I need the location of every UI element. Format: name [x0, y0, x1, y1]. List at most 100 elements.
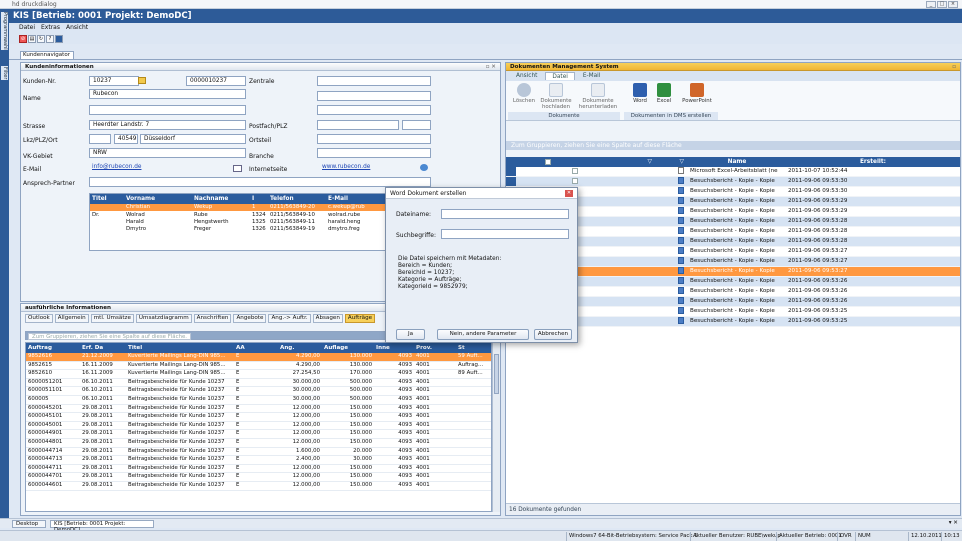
word-button[interactable]: Word [630, 83, 650, 104]
order-row[interactable]: 6000044901 29.08.2011 Beitragsbescheide fü… [26, 429, 491, 439]
postfach-plz-field[interactable] [402, 120, 431, 130]
task-kis[interactable]: KIS [Betrieb: 0001 Projekt: DemoDC] [50, 520, 154, 533]
order-row[interactable]: 6000045001 29.08.2011 Beitragsbescheide fü… [26, 421, 491, 431]
col-erstellt[interactable]: Erstellt: [786, 157, 960, 167]
orders-col-header[interactable]: Prov. [414, 343, 456, 353]
contact-row[interactable]: Harald Hengstwerth 1325 0211/563849-11 haral… [90, 219, 388, 226]
orders-col-header[interactable]: AA [234, 343, 278, 353]
kundennr2-field[interactable]: 0000010237 [186, 76, 246, 86]
orders-col-header[interactable]: Titel [126, 343, 234, 353]
maximize-icon[interactable]: □ [937, 1, 947, 8]
excel-button[interactable]: Excel [653, 83, 675, 104]
globe-icon[interactable] [420, 164, 428, 171]
powerpoint-button[interactable]: PowerPoint [680, 83, 714, 104]
contact-row[interactable]: Dr. Wolrad Rube 1324 0211/563849-10 wolrad.ru… [90, 211, 388, 218]
postfach-field[interactable] [317, 120, 399, 130]
side-tab-programmwahl[interactable]: Programmwahl [1, 12, 8, 50]
vk-field[interactable]: NRW [89, 148, 246, 158]
help-icon[interactable]: ? [46, 34, 54, 43]
internet-link[interactable]: www.rubecon.de [319, 163, 399, 173]
email-link[interactable]: info@rubecon.de [89, 163, 229, 173]
contacts-col-header[interactable]: Telefon [268, 194, 326, 204]
contacts-col-header[interactable]: Nachname [192, 194, 250, 204]
contacts-col-header[interactable]: Titel [90, 194, 124, 204]
orders-col-header[interactable]: Auflage [322, 343, 374, 353]
contacts-col-header[interactable]: I [250, 194, 268, 204]
row-checkbox[interactable] [516, 167, 580, 177]
filter-icon[interactable]: ▽ [654, 157, 686, 167]
select-all-checkbox[interactable] [516, 157, 580, 167]
menu-datei[interactable]: Datei [19, 23, 35, 33]
taskbar-close-icon[interactable]: ▾ ✕ [949, 520, 958, 526]
group-bar-dms[interactable]: Zum Gruppieren, ziehen Sie eine Spalte a… [506, 141, 960, 150]
order-row[interactable]: 6000045101 29.08.2011 Beitragsbescheide fü… [26, 412, 491, 422]
details-tab[interactable]: Angebote [233, 314, 267, 323]
row-checkbox[interactable] [516, 176, 580, 187]
details-tab[interactable]: Anschriften [193, 314, 232, 323]
details-tab[interactable]: Allgemein [54, 314, 89, 323]
order-row[interactable]: 9852616 21.12.2009 Kuvertierte Mailings La… [26, 353, 491, 362]
print-icon[interactable]: ▤ [28, 34, 36, 43]
side-tab-filter[interactable]: Filter [1, 66, 8, 80]
order-row[interactable]: 6000045201 29.08.2011 Beitragsbescheide fü… [26, 404, 491, 414]
order-row[interactable]: 6000044601 29.08.2011 Beitragsbescheide fü… [26, 481, 491, 491]
task-desktop[interactable]: Desktop [12, 520, 46, 528]
order-row[interactable]: 9852615 16.11.2009 Kuvertierte Mailings La… [26, 361, 491, 371]
name2-field[interactable] [89, 105, 246, 115]
ja-button[interactable]: Ja [396, 329, 425, 340]
orders-col-header[interactable]: Auftrag [26, 343, 80, 353]
order-row[interactable]: 6000044801 29.08.2011 Beitragsbescheide fü… [26, 438, 491, 448]
orders-scrollbar[interactable] [492, 342, 500, 512]
kundennr-field[interactable]: 10237 [89, 76, 139, 86]
contacts-col-header[interactable]: Vorname [124, 194, 192, 204]
document-row[interactable]: Microsoft Excel-Arbeitsblatt (ne 2011-10-… [506, 167, 960, 177]
dateiname-input[interactable] [441, 209, 569, 219]
menu-extras[interactable]: Extras [41, 23, 60, 33]
zentrale3-field[interactable] [317, 105, 431, 115]
order-row[interactable]: 6000044701 29.08.2011 Beitragsbescheide fü… [26, 472, 491, 482]
filter-icon[interactable]: ▽ [580, 157, 654, 167]
ort-field[interactable]: Düsseldorf [140, 134, 246, 144]
orders-col-header[interactable]: Inne [374, 343, 414, 353]
scroll-thumb[interactable] [494, 354, 499, 394]
zentrale-field[interactable] [317, 76, 431, 86]
nein-button[interactable]: Nein, andere Parameter [437, 329, 529, 340]
menu-ansicht[interactable]: Ansicht [66, 23, 88, 33]
order-row[interactable]: 6000044714 29.08.2011 Beitragsbescheide fü… [26, 447, 491, 457]
contact-row[interactable]: Christian Wekup 1 0211/563849-20 c.wekup@rub [90, 204, 388, 212]
order-row[interactable]: 6000044711 29.08.2011 Beitragsbescheide fü… [26, 464, 491, 474]
details-tab[interactable]: Ang.-> Auftr. [268, 314, 311, 323]
order-row[interactable]: 6000044713 29.08.2011 Beitragsbescheide fü… [26, 455, 491, 465]
zentrale2-field[interactable] [317, 91, 431, 101]
pin-icon[interactable]: ▫ [952, 63, 956, 71]
details-tab[interactable]: mtl. Umsätze [90, 314, 134, 323]
document-row[interactable]: Besuchsbericht - Kopie - Kopie 2011-09-06… [506, 176, 960, 187]
plz-field[interactable]: 40549 [114, 134, 138, 144]
abbrechen-button[interactable]: Abbrechen [534, 329, 572, 340]
suchbegriffe-input[interactable] [441, 229, 569, 239]
dms-tab[interactable]: Datei [545, 72, 575, 80]
pin-icon[interactable]: ▫ ✕ [486, 63, 496, 71]
details-tab[interactable]: Aufträge [344, 314, 376, 323]
folder-icon[interactable] [138, 77, 146, 84]
branche-field[interactable] [317, 148, 431, 158]
ansprech-field[interactable] [89, 177, 431, 187]
name-field[interactable]: Rubecon [89, 89, 246, 99]
order-row[interactable]: 600005 06.10.2011 Beitragsbescheide für Ku… [26, 395, 491, 405]
herunterladen-button[interactable]: Dokumente herunterladen [578, 83, 618, 110]
order-row[interactable]: 6000051201 06.10.2011 Beitragsbescheide fü… [26, 378, 491, 388]
col-name[interactable]: Name [688, 157, 786, 167]
loeschen-button[interactable]: Löschen [510, 83, 538, 104]
stop-icon[interactable]: ⊘ [19, 34, 27, 43]
close-icon[interactable]: ✕ [565, 190, 573, 197]
contact-row[interactable]: Dmytro Freger 1326 0211/563849-19 dmytro.fre… [90, 226, 388, 233]
details-tab[interactable]: Absagen [312, 314, 343, 323]
strasse-field[interactable]: Heerdter Landstr. 7 [89, 120, 246, 130]
details-tab[interactable]: Umsatzdiagramm [135, 314, 192, 323]
orders-col-header[interactable]: St [456, 343, 491, 353]
details-tab[interactable]: Outlook [25, 314, 53, 323]
dms-tab[interactable]: Ansicht [510, 72, 543, 80]
orders-col-header[interactable]: Ang. [278, 343, 322, 353]
minimize-icon[interactable]: _ [926, 1, 936, 8]
orders-col-header[interactable]: Erf. Da [80, 343, 126, 353]
